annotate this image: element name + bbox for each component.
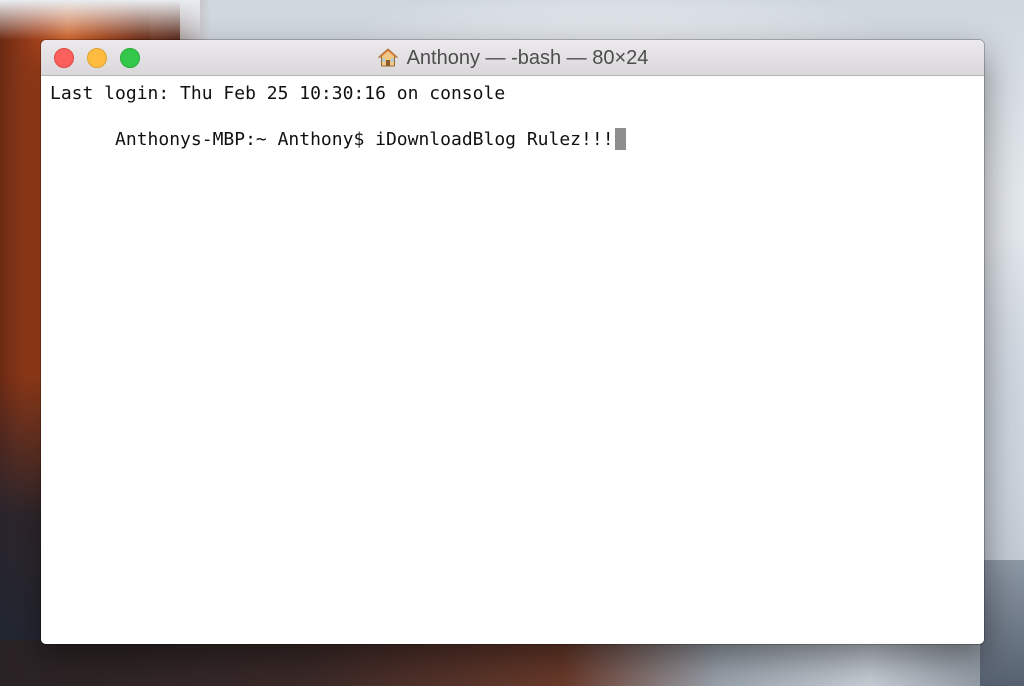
terminal-window[interactable]: Anthony — -bash — 80×24 Last login: Thu …	[41, 40, 984, 644]
terminal-line-prompt: Anthonys-MBP:~ Anthony$ iDownloadBlog Ru…	[50, 105, 984, 150]
terminal-output[interactable]: Last login: Thu Feb 25 10:30:16 on conso…	[41, 76, 984, 644]
terminal-line-login: Last login: Thu Feb 25 10:30:16 on conso…	[50, 83, 506, 104]
home-icon	[377, 48, 398, 67]
window-title-text: Anthony — -bash — 80×24	[406, 46, 649, 69]
terminal-cursor	[614, 128, 626, 150]
window-title: Anthony — -bash — 80×24	[41, 40, 984, 76]
wallpaper-rocks	[980, 560, 1024, 686]
window-titlebar[interactable]: Anthony — -bash — 80×24	[41, 40, 984, 76]
wallpaper-ground	[0, 640, 1024, 686]
terminal-prompt-text: Anthonys-MBP:~ Anthony$ iDownloadBlog Ru…	[115, 129, 614, 150]
wallpaper-snow	[0, 0, 200, 40]
